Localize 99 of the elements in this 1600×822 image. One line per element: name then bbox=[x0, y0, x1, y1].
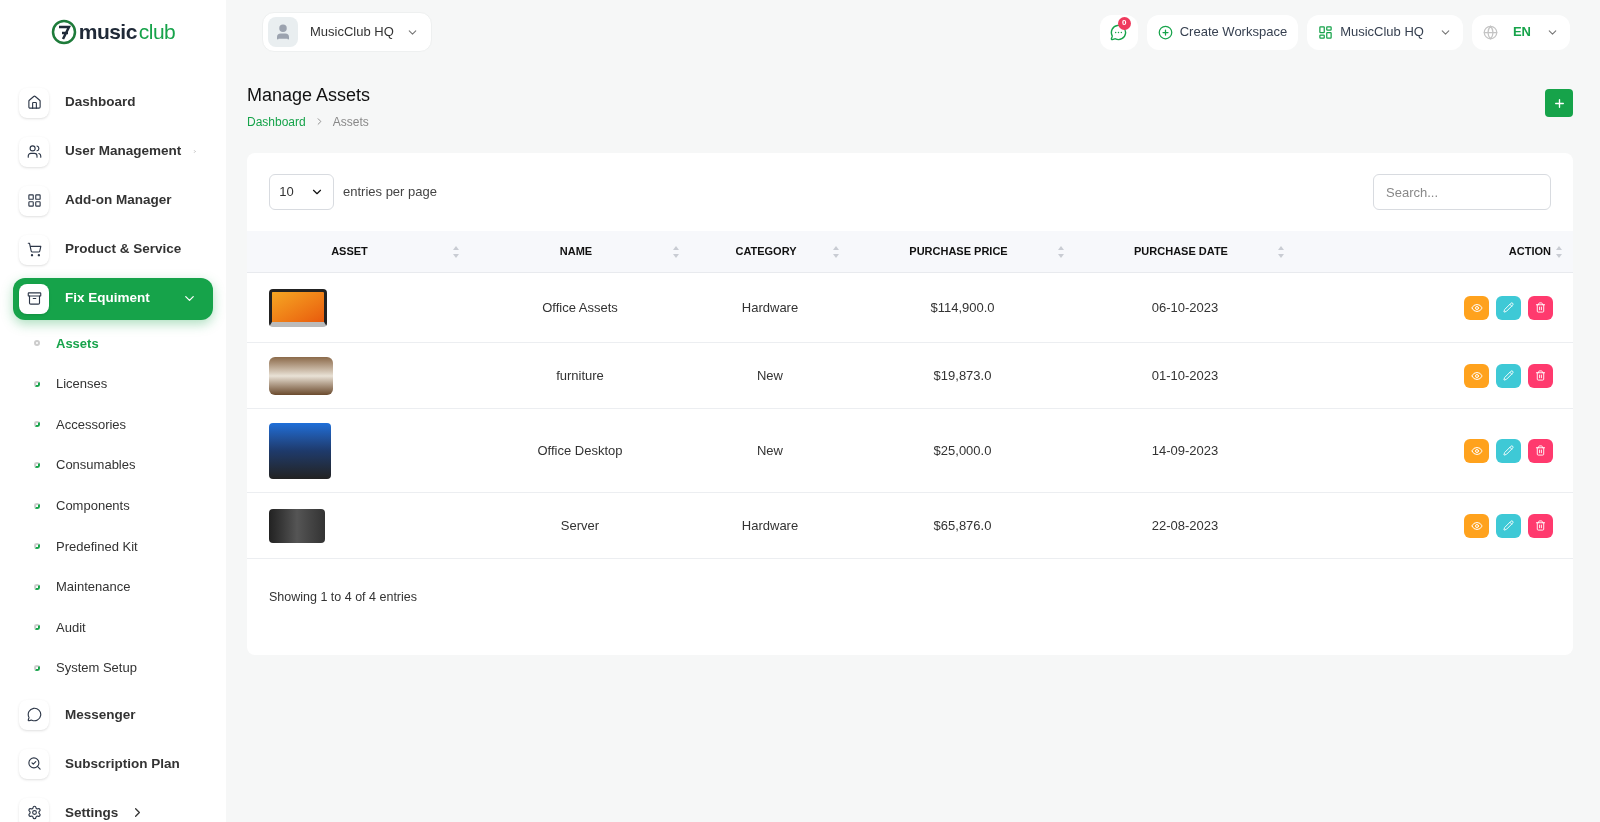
eye-icon bbox=[1470, 444, 1483, 457]
trash-icon bbox=[1535, 445, 1546, 456]
archive-icon bbox=[26, 291, 42, 306]
trash-icon bbox=[1535, 302, 1546, 313]
pencil-icon bbox=[1503, 370, 1514, 381]
sort-icon[interactable] bbox=[1057, 244, 1065, 259]
sort-icon[interactable] bbox=[832, 244, 840, 259]
room-photo-placeholder bbox=[269, 356, 333, 395]
edit-button[interactable] bbox=[1496, 513, 1521, 538]
grid-icon bbox=[1318, 24, 1334, 40]
plus-circle-icon bbox=[1157, 24, 1173, 40]
sort-icon[interactable] bbox=[452, 244, 460, 259]
delete-button[interactable] bbox=[1528, 363, 1553, 388]
view-button[interactable] bbox=[1464, 295, 1489, 320]
globe-icon bbox=[1482, 24, 1498, 40]
pencil-icon bbox=[1503, 445, 1514, 456]
table-cell-text: $65,876.0 bbox=[932, 516, 993, 535]
table-cell-text: New bbox=[756, 366, 784, 385]
workspace-menu-button[interactable]: MusicClub HQ bbox=[1307, 14, 1463, 50]
search-icon bbox=[26, 756, 42, 772]
logo-icon bbox=[50, 19, 77, 45]
table-cell-text: New bbox=[756, 441, 784, 460]
submenu-item[interactable]: Audit bbox=[13, 607, 213, 648]
table-cell-text: Office Assets bbox=[541, 298, 619, 317]
column-header[interactable]: ACTION bbox=[1508, 243, 1551, 260]
table-cell-text: $19,873.0 bbox=[932, 366, 993, 385]
sidebar-item[interactable]: Subscription Plan bbox=[13, 742, 213, 785]
column-header[interactable]: PURCHASE DATE bbox=[1085, 243, 1277, 260]
column-header[interactable]: PURCHASE PRICE bbox=[860, 243, 1057, 260]
table-cell-text: 01-10-2023 bbox=[1150, 366, 1220, 385]
submenu-item[interactable]: Consumables bbox=[13, 444, 213, 486]
add-button[interactable] bbox=[1545, 89, 1573, 117]
delete-button[interactable] bbox=[1528, 438, 1553, 463]
view-button[interactable] bbox=[1464, 363, 1489, 388]
laptop-photo-placeholder bbox=[269, 288, 327, 327]
grid-icon bbox=[26, 193, 42, 208]
submenu-item[interactable]: Maintenance bbox=[13, 566, 213, 608]
home-icon bbox=[26, 95, 42, 110]
submenu-item[interactable]: Predefined Kit bbox=[13, 525, 213, 567]
delete-button[interactable] bbox=[1528, 295, 1553, 320]
edit-button[interactable] bbox=[1496, 295, 1521, 320]
table-footer-text: Showing 1 to 4 of 4 entries bbox=[269, 589, 418, 606]
computer-photo-placeholder bbox=[269, 422, 331, 479]
trash-icon bbox=[1535, 370, 1546, 381]
table-cell-text: Server bbox=[559, 516, 601, 535]
eye-icon bbox=[1470, 301, 1483, 314]
sort-icon[interactable] bbox=[1555, 244, 1563, 259]
search-field[interactable]: Search... bbox=[1373, 174, 1551, 210]
submenu-item[interactable]: System Setup bbox=[13, 647, 213, 689]
table-cell-text: $25,000.0 bbox=[932, 441, 993, 460]
submenu-item[interactable]: Accessories bbox=[13, 404, 213, 445]
table-cell-text: 06-10-2023 bbox=[1150, 298, 1220, 317]
column-header[interactable]: NAME bbox=[480, 243, 672, 260]
table-cell-text: furniture bbox=[555, 366, 605, 385]
sidebar-item[interactable]: User Management bbox=[13, 130, 213, 173]
messages-button[interactable]: 0 bbox=[1099, 14, 1138, 50]
logo-text: music bbox=[78, 19, 137, 46]
sidebar-item[interactable]: Settings bbox=[13, 791, 213, 822]
trash-icon bbox=[1535, 520, 1546, 531]
sidebar-item[interactable]: Dashboard bbox=[13, 81, 213, 124]
cart-icon bbox=[26, 242, 42, 257]
view-button[interactable] bbox=[1464, 438, 1489, 463]
notification-badge: 0 bbox=[1117, 16, 1131, 30]
table-cell-text: 14-09-2023 bbox=[1150, 441, 1220, 460]
sort-icon[interactable] bbox=[672, 244, 680, 259]
settings-icon bbox=[26, 805, 42, 821]
eye-icon bbox=[1470, 369, 1483, 382]
sidebar-item[interactable]: Add-on Manager bbox=[13, 179, 213, 222]
table-cell-text: $114,900.0 bbox=[929, 298, 996, 317]
avatar-icon bbox=[268, 17, 298, 47]
submenu-item[interactable]: Licenses bbox=[13, 363, 213, 405]
plus-icon bbox=[1552, 96, 1566, 110]
server-photo-placeholder bbox=[269, 508, 325, 543]
delete-button[interactable] bbox=[1528, 513, 1553, 538]
edit-button[interactable] bbox=[1496, 438, 1521, 463]
sidebar-item[interactable]: Messenger bbox=[13, 693, 213, 736]
page-size-select[interactable]: 10 bbox=[269, 174, 334, 210]
pencil-icon bbox=[1503, 302, 1514, 313]
table-cell-text: Office Desktop bbox=[536, 441, 624, 460]
column-header[interactable]: ASSET bbox=[247, 243, 452, 260]
sidebar-item[interactable]: Product & Service bbox=[13, 228, 213, 271]
table-cell-text: 22-08-2023 bbox=[1150, 516, 1220, 535]
eye-icon bbox=[1470, 519, 1483, 532]
logo-text: club bbox=[138, 19, 176, 46]
edit-button[interactable] bbox=[1496, 363, 1521, 388]
chat-icon bbox=[1110, 23, 1128, 41]
table-cell-text: Hardware bbox=[740, 298, 800, 317]
view-button[interactable] bbox=[1464, 513, 1489, 538]
chat-icon bbox=[26, 707, 42, 723]
entries-label: entries per page bbox=[343, 183, 437, 202]
table-cell-text: Hardware bbox=[740, 516, 800, 535]
pencil-icon bbox=[1503, 520, 1514, 531]
column-header[interactable]: CATEGORY bbox=[700, 243, 832, 260]
workspace-dropdown[interactable]: MusicClub HQ bbox=[262, 12, 432, 52]
page-title: Manage Assets bbox=[247, 84, 371, 107]
sort-icon[interactable] bbox=[1277, 244, 1285, 259]
users-icon bbox=[26, 144, 42, 159]
create-workspace-button[interactable]: Create Workspace bbox=[1146, 14, 1299, 50]
submenu-item[interactable]: Components bbox=[13, 485, 213, 526]
